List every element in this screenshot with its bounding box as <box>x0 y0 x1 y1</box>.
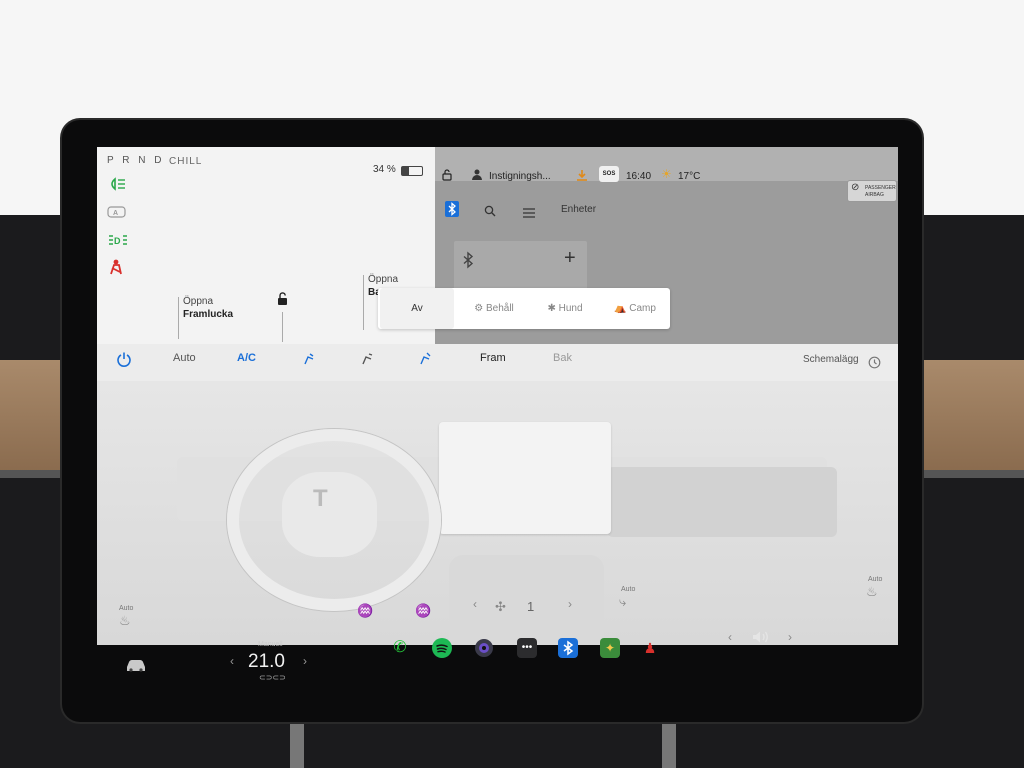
fan-increase-icon[interactable]: › <box>568 597 572 611</box>
menu-item-keep-label: Behåll <box>485 303 514 314</box>
menu-item-off[interactable]: Av <box>380 288 454 329</box>
lock-icon[interactable] <box>275 292 289 311</box>
front-tab[interactable]: Fram <box>480 352 506 364</box>
fan-speed: 1 <box>527 599 535 614</box>
toybox-icon[interactable]: ✦ <box>600 638 620 658</box>
touchscreen: P R N D CHILL 34 % A D Öppna Framlucka Ö… <box>97 147 898 645</box>
gear-selector: P R N D <box>107 155 165 166</box>
download-icon[interactable] <box>576 168 588 186</box>
temp-decrease-icon[interactable]: ‹ <box>230 654 234 668</box>
phone-icon[interactable]: ✆ <box>390 638 410 658</box>
rear-tab[interactable]: Bak <box>553 352 572 364</box>
render-glovebox <box>607 467 837 537</box>
clock: 16:40 <box>626 171 652 182</box>
sos-button[interactable]: SOS <box>599 166 619 182</box>
volume-increase-icon[interactable]: › <box>788 630 792 644</box>
trim-right <box>920 470 1024 478</box>
headlight-icon <box>107 177 127 194</box>
spotify-icon[interactable] <box>432 638 452 658</box>
profile-icon[interactable] <box>471 167 483 185</box>
frunk-divider <box>178 297 179 339</box>
rear-defrost-icon[interactable]: ♒ <box>357 603 373 619</box>
menu-item-keep[interactable]: ⚙ Behåll <box>458 288 530 329</box>
trim-left <box>0 470 70 478</box>
svg-text:A: A <box>113 210 118 217</box>
right-seat-heater-icon[interactable]: ♨ <box>866 584 878 600</box>
list-icon[interactable] <box>523 205 535 223</box>
open-trunk-top: Öppna <box>368 274 399 285</box>
airflow-face-icon[interactable] <box>302 352 316 371</box>
sun-icon: ☀ <box>661 167 672 181</box>
volume-decrease-icon[interactable]: ‹ <box>728 630 732 644</box>
schedule-button[interactable]: Schemalägg <box>803 354 859 365</box>
bluetooth-icon <box>462 251 474 274</box>
airbag-text-1: PASSENGER <box>865 185 896 191</box>
unlock-icon[interactable] <box>441 168 453 186</box>
open-frunk-bottom: Framlucka <box>183 309 234 320</box>
right-seat-auto-label: Auto <box>868 576 883 583</box>
recirculation-icon[interactable]: ⤷ <box>619 594 626 610</box>
auto-button[interactable]: Auto <box>173 352 196 364</box>
climate-keep-menu: Av ⚙ Behåll ✱ Hund ⛺ Camp <box>378 288 670 329</box>
tesla-logo-icon: T <box>313 485 328 512</box>
render-center-display <box>439 422 611 534</box>
parking-lights-icon: D <box>107 233 129 250</box>
airbag-text-2: AIRBAG <box>865 192 884 198</box>
add-icon[interactable]: + <box>564 247 576 270</box>
render-wheel-hub <box>282 472 377 557</box>
devices-tab[interactable]: Enheter <box>561 204 596 215</box>
temp-mode-label: Manuell <box>258 641 283 648</box>
driver-temperature[interactable]: 21.0 <box>248 651 285 673</box>
battery-percent: 34 % <box>373 164 396 175</box>
clock-icon[interactable] <box>868 356 881 374</box>
menu-item-camp[interactable]: ⛺ Camp <box>600 288 670 329</box>
car-outline-line <box>282 312 283 342</box>
airflow-defrost-icon[interactable] <box>418 352 432 371</box>
left-seat-auto-label: Auto <box>119 605 134 612</box>
outside-temperature: 17°C <box>678 171 701 182</box>
trunk-divider <box>363 275 364 330</box>
temp-increase-icon[interactable]: › <box>303 654 307 668</box>
more-apps-icon[interactable]: ••• <box>517 638 537 658</box>
drive-mode: CHILL <box>169 156 203 167</box>
open-frunk-label[interactable]: Öppna Framlucka <box>183 295 233 321</box>
wood-trim-left <box>0 360 70 472</box>
bluetooth-dock-icon[interactable] <box>558 638 578 658</box>
keep-icon: ⚙ <box>474 303 486 314</box>
ac-button[interactable]: A/C <box>237 352 256 364</box>
menu-item-dog[interactable]: ✱ Hund <box>530 288 600 329</box>
front-defrost-icon[interactable]: ♒ <box>415 603 431 619</box>
seatbelt-warning-icon <box>107 259 125 278</box>
bluetooth-tab-icon[interactable] <box>445 201 459 217</box>
volume-icon[interactable] <box>752 630 770 649</box>
left-seat-heater-icon[interactable]: ♨ <box>119 613 131 629</box>
menu-item-dog-label: Hund <box>558 303 583 314</box>
climate-power-icon[interactable] <box>116 351 132 372</box>
dog-icon: ✱ <box>547 303 559 314</box>
passenger-airbag-indicator: ⊘ PASSENGER AIRBAG <box>847 180 897 202</box>
recirc-auto-label: Auto <box>621 586 636 593</box>
airflow-feet-icon[interactable] <box>360 352 374 371</box>
search-icon[interactable] <box>484 204 496 222</box>
arcade-joystick-icon[interactable]: ♟ <box>640 638 660 658</box>
airbag-off-icon: ⊘ <box>851 182 860 193</box>
svg-text:D: D <box>114 236 121 246</box>
camera-icon[interactable] <box>474 638 494 658</box>
camp-icon: ⛺ <box>614 303 630 314</box>
fan-icon: ✣ <box>495 599 506 614</box>
profile-name[interactable]: Instigningsh... <box>489 171 551 182</box>
fan-decrease-icon[interactable]: ‹ <box>473 597 477 611</box>
car-icon[interactable] <box>124 657 148 678</box>
open-frunk-top: Öppna <box>183 296 214 307</box>
seat-heat-mini-icon: ⊂⊃⊂⊃ <box>259 673 286 682</box>
battery-level-fill <box>402 167 409 175</box>
auto-headlight-icon: A <box>107 205 127 222</box>
menu-item-camp-label: Camp <box>629 303 656 314</box>
wood-trim-right <box>920 360 1024 472</box>
